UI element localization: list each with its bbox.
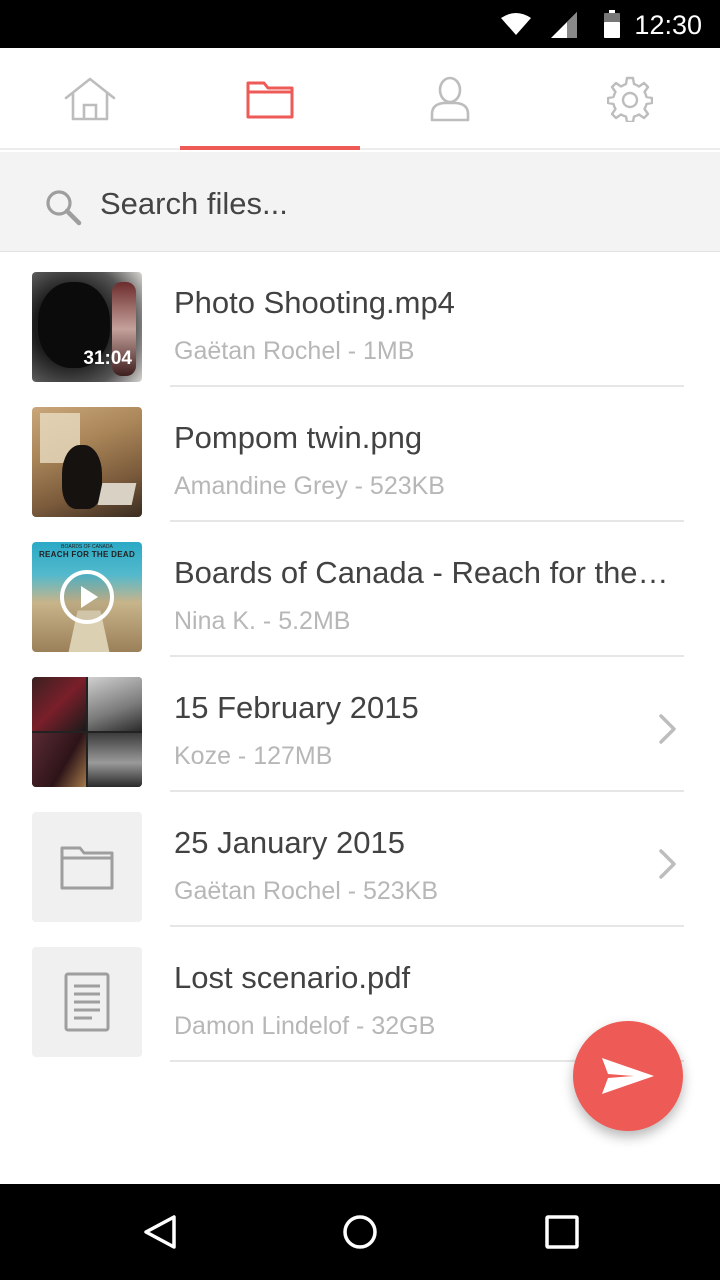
file-name: 25 January 2015 <box>174 825 405 860</box>
gear-icon <box>607 76 653 122</box>
play-icon <box>60 570 114 624</box>
signal-icon <box>551 12 577 38</box>
folder-icon <box>60 846 114 890</box>
file-meta: Gaëtan Rochel - 523KB <box>174 877 439 905</box>
list-item[interactable]: 25 January 2015 Gaëtan Rochel - 523KB <box>0 792 720 927</box>
status-bar: 12:30 <box>0 0 720 48</box>
home-circle-icon <box>343 1215 377 1249</box>
status-clock: 12:30 <box>634 10 702 40</box>
folder-thumbnail <box>32 812 142 922</box>
send-fab-button[interactable] <box>573 1021 683 1131</box>
recents-button[interactable] <box>502 1184 622 1280</box>
file-name: Boards of Canada - Reach for the Dead.mp… <box>174 555 669 590</box>
file-name: Photo Shooting.mp4 <box>174 285 455 320</box>
file-name: 15 February 2015 <box>174 690 419 725</box>
document-thumbnail <box>32 947 142 1057</box>
tab-home[interactable] <box>0 48 180 150</box>
album-title: REACH FOR THE DEAD <box>38 550 136 559</box>
send-icon <box>602 1058 654 1094</box>
file-meta: Gaëtan Rochel - 1MB <box>174 337 415 365</box>
search-bar <box>0 152 720 252</box>
home-button[interactable] <box>300 1184 420 1280</box>
image-thumbnail <box>32 407 142 517</box>
document-icon <box>64 972 110 1032</box>
recents-icon <box>545 1215 579 1249</box>
file-name: Lost scenario.pdf <box>174 960 411 995</box>
battery-icon <box>604 10 620 38</box>
navigation-bar <box>0 1184 720 1280</box>
file-meta: Koze - 127MB <box>174 742 333 770</box>
search-input[interactable] <box>100 180 680 228</box>
tab-settings[interactable] <box>540 48 720 150</box>
file-meta: Nina K. - 5.2MB <box>174 607 351 635</box>
list-item[interactable]: 31:04 Photo Shooting.mp4 Gaëtan Rochel -… <box>0 252 720 387</box>
tab-profile[interactable] <box>360 48 540 150</box>
active-tab-indicator <box>180 146 360 150</box>
chevron-right-icon <box>659 849 676 879</box>
tab-bar <box>0 48 720 150</box>
home-icon <box>64 77 116 121</box>
album-thumbnail: BOARDS OF CANADA REACH FOR THE DEAD <box>32 542 142 652</box>
chevron-right-icon <box>659 714 676 744</box>
search-icon <box>46 190 82 226</box>
file-name: Pompom twin.png <box>174 420 423 455</box>
tab-files[interactable] <box>180 48 360 150</box>
back-button[interactable] <box>100 1184 220 1280</box>
file-meta: Amandine Grey - 523KB <box>174 472 445 500</box>
video-thumbnail: 31:04 <box>32 272 142 382</box>
collage-thumbnail <box>32 677 142 787</box>
list-item[interactable]: 15 February 2015 Koze - 127MB <box>0 657 720 792</box>
video-duration: 31:04 <box>83 348 132 369</box>
back-icon <box>144 1215 176 1249</box>
list-item[interactable]: Pompom twin.png Amandine Grey - 523KB <box>0 387 720 522</box>
folder-icon <box>246 81 294 119</box>
wifi-icon <box>501 13 531 35</box>
list-item[interactable]: BOARDS OF CANADA REACH FOR THE DEAD Boar… <box>0 522 720 657</box>
person-icon <box>430 76 470 122</box>
file-list: 31:04 Photo Shooting.mp4 Gaëtan Rochel -… <box>0 252 720 1062</box>
